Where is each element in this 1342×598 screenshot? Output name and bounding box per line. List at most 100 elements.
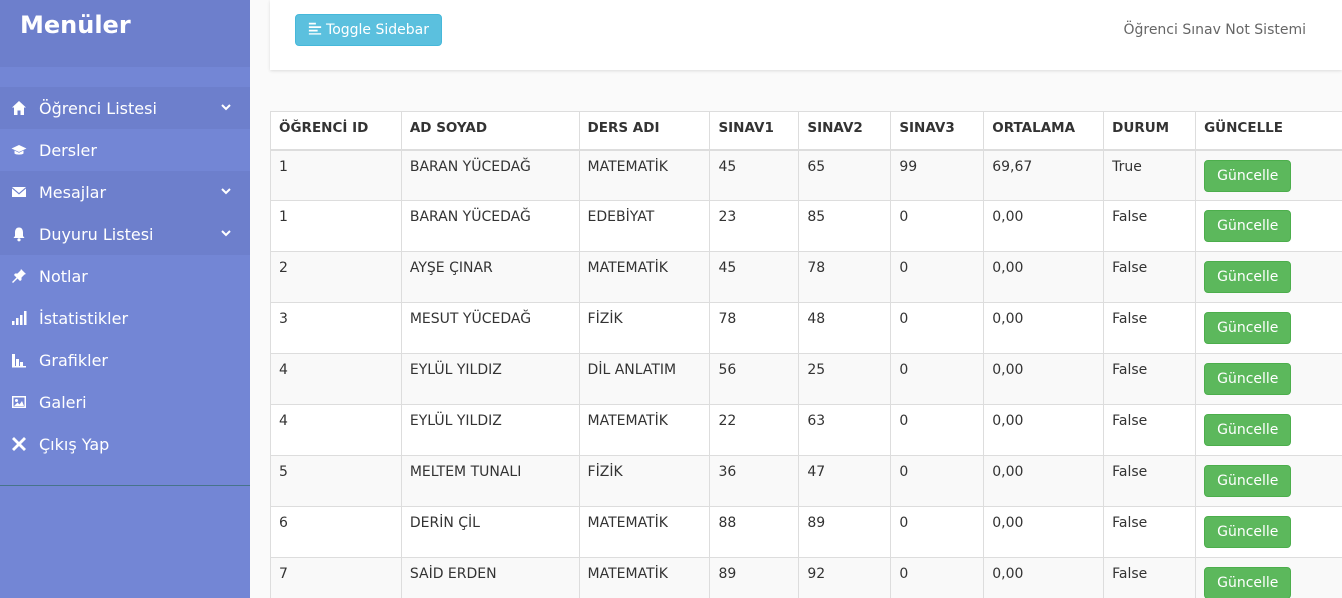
exam3-cell: 99 [890,149,985,201]
sidebar: Menüler Öğrenci Listesi Dersler Mesajlar Du… [0,0,250,598]
average-cell: 0,00 [983,200,1105,252]
status-cell: False [1103,302,1197,354]
column-header: SINAV2 [798,111,892,151]
sidebar-menu: Öğrenci Listesi Dersler Mesajlar Duyuru Lis… [0,87,250,465]
average-cell: 0,00 [983,251,1105,303]
status-cell: False [1103,251,1197,303]
exam1-cell: 23 [709,200,800,252]
toggle-sidebar-button[interactable]: Toggle Sidebar [295,14,442,46]
student-id-cell: 6 [270,506,402,558]
table-header-row: ÖĞRENCİ ID AD SOYAD DERS ADI SINAV1 SINAV2 SI… [270,111,1342,151]
average-cell: 0,00 [983,404,1105,456]
exam1-cell: 89 [709,557,800,598]
course-cell: DİL ANLATIM [578,353,711,405]
status-cell: False [1103,455,1197,507]
table-row: 7 SAİD ERDEN MATEMATİK 89 92 0 0,00 False Güncel… [270,557,1342,598]
graduation-cap-icon [10,141,28,159]
exam3-cell: 0 [890,200,985,252]
chevron-down-icon [220,98,232,111]
course-cell: FİZİK [578,302,711,354]
bell-icon [10,225,28,243]
sidebar-item-home[interactable]: Öğrenci Listesi [0,87,250,129]
update-button[interactable]: Güncelle [1204,210,1292,242]
sidebar-item-label: Öğrenci Listesi [39,98,157,118]
update-cell: Güncelle [1195,353,1342,405]
exam1-cell: 56 [709,353,800,405]
name-cell: BARAN YÜCEDAĞ [400,200,580,252]
exam1-cell: 88 [709,506,800,558]
course-cell: MATEMATİK [578,251,711,303]
update-cell: Güncelle [1195,251,1342,303]
update-cell: Güncelle [1195,506,1342,558]
sidebar-item-pushpin[interactable]: Notlar [0,255,250,297]
exam2-cell: 63 [798,404,892,456]
exam2-cell: 25 [798,353,892,405]
update-button[interactable]: Güncelle [1204,516,1292,548]
course-cell: EDEBİYAT [578,200,711,252]
update-cell: Güncelle [1195,557,1342,598]
name-cell: MELTEM TUNALI [400,455,580,507]
sidebar-item-signal[interactable]: İstatistikler [0,297,250,339]
sidebar-item-stats[interactable]: Grafikler [0,339,250,381]
table-row: 2 AYŞE ÇINAR MATEMATİK 45 78 0 0,00 False Güncel… [270,251,1342,303]
close-icon [10,435,28,453]
exam2-cell: 89 [798,506,892,558]
exam3-cell: 0 [890,455,985,507]
update-button[interactable]: Güncelle [1204,567,1292,598]
sidebar-item-label: Grafikler [39,350,108,370]
name-cell: SAİD ERDEN [400,557,580,598]
sidebar-item-label: İstatistikler [39,308,129,328]
sidebar-title: Menüler [20,11,131,39]
signal-icon [10,309,28,327]
status-cell: False [1103,404,1197,456]
update-cell: Güncelle [1195,149,1342,201]
exam2-cell: 78 [798,251,892,303]
align-left-icon [308,21,322,39]
average-cell: 0,00 [983,302,1105,354]
update-button[interactable]: Güncelle [1204,414,1292,446]
sidebar-item-bell[interactable]: Duyuru Listesi [0,213,250,255]
student-id-cell: 3 [270,302,402,354]
column-header: DURUM [1103,111,1197,151]
sidebar-item-envelope[interactable]: Mesajlar [0,171,250,213]
update-button[interactable]: Güncelle [1204,363,1292,395]
status-cell: False [1103,353,1197,405]
exam2-cell: 92 [798,557,892,598]
sidebar-item-graduation-cap[interactable]: Dersler [0,129,250,171]
sidebar-divider [0,485,250,486]
exam3-cell: 0 [890,353,985,405]
column-header: SINAV1 [709,111,800,151]
update-button[interactable]: Güncelle [1204,159,1292,192]
app-title: Öğrenci Sınav Not Sistemi [1123,22,1306,38]
sidebar-item-label: Galeri [39,392,87,412]
course-cell: MATEMATİK [578,506,711,558]
name-cell: EYLÜL YILDIZ [400,353,580,405]
name-cell: DERİN ÇİL [400,506,580,558]
student-id-cell: 2 [270,251,402,303]
sidebar-item-label: Notlar [39,266,88,286]
toggle-sidebar-label: Toggle Sidebar [326,22,429,38]
sidebar-item-label: Duyuru Listesi [39,224,154,244]
sidebar-item-close[interactable]: Çıkış Yap [0,423,250,465]
student-id-cell: 5 [270,455,402,507]
envelope-icon [10,183,28,201]
exam2-cell: 47 [798,455,892,507]
exam2-cell: 65 [798,149,892,201]
update-button[interactable]: Güncelle [1204,312,1292,344]
student-id-cell: 4 [270,404,402,456]
update-button[interactable]: Güncelle [1204,261,1292,293]
grades-table: ÖĞRENCİ ID AD SOYAD DERS ADI SINAV1 SINAV2 SI… [270,111,1342,598]
exam1-cell: 45 [709,149,800,201]
name-cell: MESUT YÜCEDAĞ [400,302,580,354]
name-cell: BARAN YÜCEDAĞ [400,149,580,201]
grades-table-container: ÖĞRENCİ ID AD SOYAD DERS ADI SINAV1 SINAV2 SI… [270,111,1342,598]
sidebar-item-picture[interactable]: Galeri [0,381,250,423]
top-navbar: Toggle Sidebar Öğrenci Sınav Not Sistemi [270,0,1342,70]
table-row: 4 EYLÜL YILDIZ DİL ANLATIM 56 25 0 0,00 False Gü… [270,353,1342,405]
average-cell: 0,00 [983,506,1105,558]
update-button[interactable]: Güncelle [1204,465,1292,497]
status-cell: True [1103,149,1197,201]
name-cell: AYŞE ÇINAR [400,251,580,303]
average-cell: 0,00 [983,557,1105,598]
table-row: 1 BARAN YÜCEDAĞ MATEMATİK 45 65 99 69,67 True Gü… [270,149,1342,201]
